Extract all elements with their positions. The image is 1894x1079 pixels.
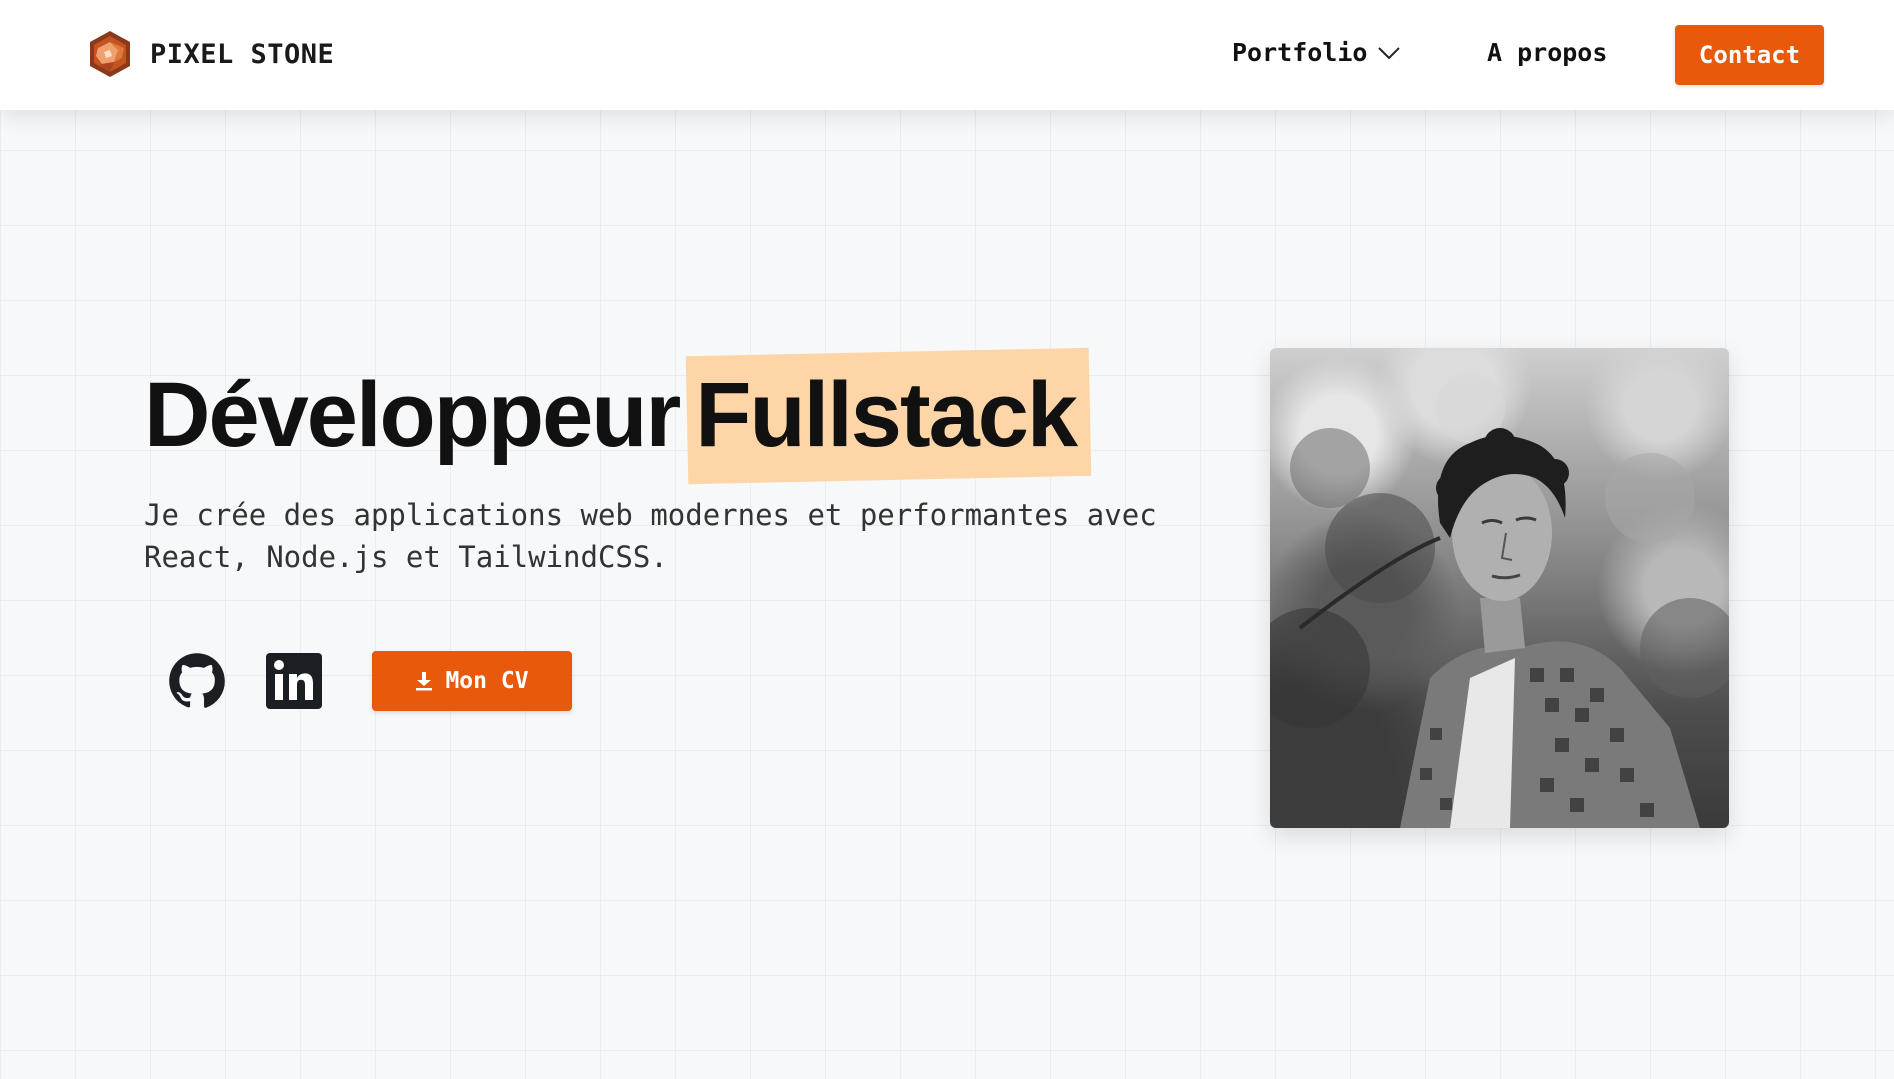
logo-icon [90,31,130,77]
portrait-figure [1270,373,1729,828]
github-link[interactable] [168,652,226,710]
nav-apropos-label: A propos [1487,38,1608,67]
chevron-down-icon [1378,46,1401,59]
download-cv-button[interactable]: Mon CV [372,651,572,711]
nav-portfolio-label: Portfolio [1232,38,1368,67]
contact-button-label: Contact [1698,41,1801,69]
navbar: PIXEL STONE Portfolio A propos Contact [0,0,1894,110]
linkedin-link[interactable] [266,653,322,709]
download-cv-label: Mon CV [445,668,529,694]
nav-portfolio[interactable]: Portfolio [1232,38,1401,67]
brand[interactable]: PIXEL STONE [84,28,334,80]
github-icon [169,653,225,708]
hero-title-highlight-text: Fullstack [695,364,1078,466]
contact-button[interactable]: Contact [1675,25,1824,85]
download-icon [416,672,433,691]
brand-name: PIXEL STONE [150,38,335,70]
hero-title-highlight: Fullstack [687,360,1084,470]
hero-subtitle: Je crée des applications web modernes et… [144,498,1157,574]
profile-photo [1270,348,1729,828]
hero-title: Développeur Fullstack [144,360,1084,470]
linkedin-icon [266,653,322,709]
hero-title-main: Développeur [144,364,681,466]
nav-apropos[interactable]: A propos [1487,38,1607,67]
